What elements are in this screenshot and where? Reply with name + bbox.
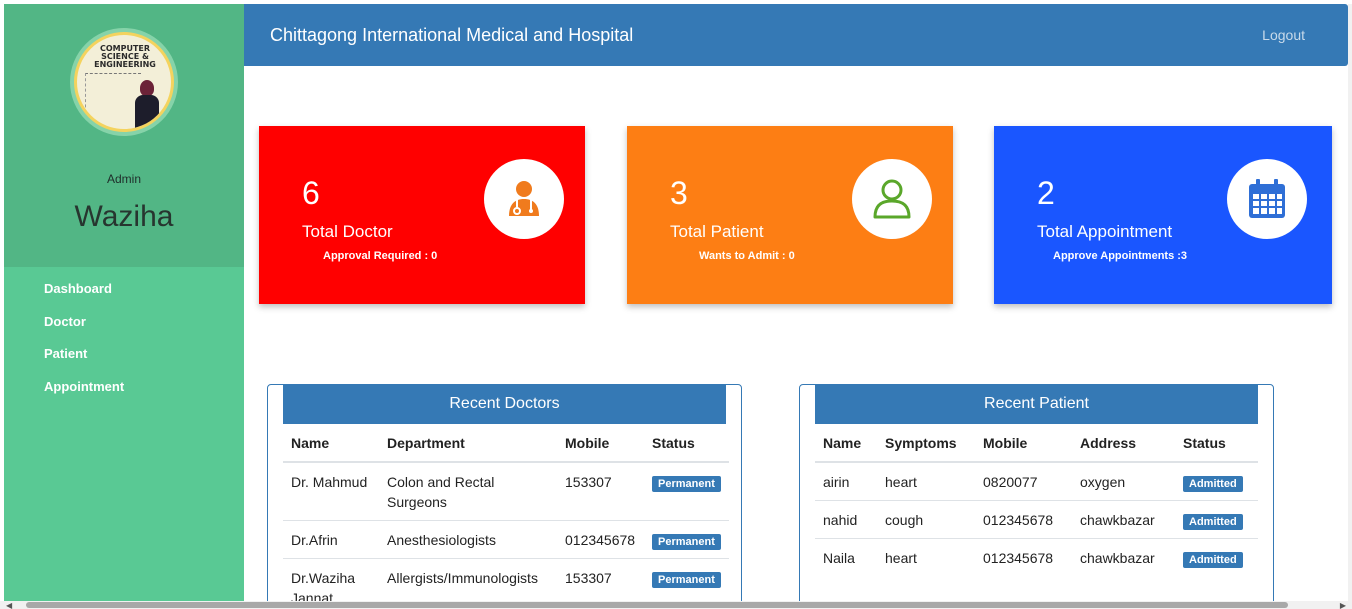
- column-header: Status: [1175, 424, 1258, 463]
- logout-link[interactable]: Logout: [1262, 27, 1305, 43]
- table-row: Naila heart 012345678 chawkbazar Admitte…: [815, 538, 1258, 576]
- patient-symptoms: heart: [877, 538, 975, 576]
- table-header-row: Name Symptoms Mobile Address Status: [815, 424, 1258, 463]
- column-header: Address: [1072, 424, 1175, 463]
- total-patient-card[interactable]: 3 Total Patient Wants to Admit : 0: [627, 126, 953, 304]
- status-cell: Permanent: [644, 520, 729, 559]
- table-row: Dr.Afrin Anesthesiologists 012345678 Per…: [283, 520, 729, 559]
- sidebar-item-doctor[interactable]: Doctor: [4, 312, 244, 345]
- recent-doctors-title: Recent Doctors: [283, 385, 726, 424]
- approval-required-text: Approval Required : 0: [323, 250, 438, 262]
- doctor-name: Dr.Afrin: [283, 520, 379, 559]
- table-header-row: Name Department Mobile Status: [283, 424, 729, 463]
- status-badge: Admitted: [1183, 552, 1243, 568]
- avatar-person-head: [140, 80, 154, 96]
- scroll-right-arrow-icon[interactable]: ▶: [1340, 601, 1346, 609]
- patient-mobile: 012345678: [975, 500, 1072, 539]
- column-header: Department: [379, 424, 557, 463]
- doctor-icon-circle: [484, 159, 564, 239]
- column-header: Symptoms: [877, 424, 975, 463]
- scroll-left-arrow-icon[interactable]: ◀: [6, 601, 12, 609]
- hospital-title: Chittagong International Medical and Hos…: [270, 25, 634, 45]
- horizontal-scrollbar-thumb[interactable]: [26, 602, 1288, 608]
- patient-address: chawkbazar: [1072, 500, 1175, 539]
- horizontal-scrollbar[interactable]: ◀ ▶: [0, 601, 1352, 609]
- status-cell: Admitted: [1175, 500, 1258, 539]
- status-badge: Permanent: [652, 534, 721, 550]
- total-doctor-count: 6: [302, 175, 320, 211]
- table-row: nahid cough 012345678 chawkbazar Admitte…: [815, 500, 1258, 539]
- patient-address: chawkbazar: [1072, 538, 1175, 576]
- recent-doctors-panel: Recent Doctors Name Department Mobile St…: [267, 384, 742, 609]
- approve-appointments-text: Approve Appointments :3: [1053, 250, 1188, 262]
- sidebar-item-patient[interactable]: Patient: [4, 344, 244, 377]
- total-patient-count: 3: [670, 175, 688, 211]
- doctor-name: Dr. Mahmud: [283, 461, 379, 521]
- table-row: airin heart 0820077 oxygen Admitted: [815, 461, 1258, 501]
- profile-section: COMPUTER SCIENCE & ENGINEERING Admin Waz…: [4, 4, 244, 267]
- total-appointment-card[interactable]: 2 Total Appointment Approve Appointments…: [994, 126, 1332, 304]
- total-appointment-count: 2: [1037, 175, 1055, 211]
- status-badge: Permanent: [652, 572, 721, 588]
- status-cell: Permanent: [644, 461, 729, 521]
- patient-symptoms: cough: [877, 500, 975, 539]
- total-appointment-label: Total Appointment: [1037, 222, 1173, 241]
- column-header: Name: [815, 424, 877, 463]
- total-doctor-label: Total Doctor: [302, 222, 393, 241]
- patient-mobile: 0820077: [975, 461, 1072, 501]
- doctor-icon: [509, 181, 539, 216]
- user-role: Admin: [106, 172, 141, 186]
- table-row: Dr. Mahmud Colon and Rectal Surgeons 153…: [283, 461, 729, 521]
- recent-patient-panel: Recent Patient Name Symptoms Mobile Addr…: [799, 384, 1274, 609]
- avatar-background-doodles: [85, 73, 141, 123]
- doctor-mobile: 153307: [557, 461, 644, 521]
- status-cell: Admitted: [1175, 461, 1258, 501]
- dashboard-page: COMPUTER SCIENCE & ENGINEERING Admin Waz…: [0, 0, 1352, 609]
- column-header: Mobile: [557, 424, 644, 463]
- sidebar: COMPUTER SCIENCE & ENGINEERING Admin Waz…: [4, 4, 244, 601]
- recent-doctors-table: Name Department Mobile Status Dr. Mahmud…: [283, 424, 729, 609]
- status-badge: Permanent: [652, 476, 721, 492]
- user-icon: [873, 179, 911, 219]
- patient-name: Naila: [815, 538, 877, 576]
- user-icon-circle: [852, 159, 932, 239]
- total-patient-label: Total Patient: [670, 222, 764, 241]
- avatar-person-body: [135, 95, 159, 129]
- status-badge: Admitted: [1183, 514, 1243, 530]
- sidebar-nav: Dashboard Doctor Patient Appointment: [4, 267, 244, 409]
- wants-to-admit-text: Wants to Admit : 0: [699, 250, 795, 262]
- doctor-department: Colon and Rectal Surgeons: [379, 461, 557, 521]
- recent-patient-table: Name Symptoms Mobile Address Status airi…: [815, 424, 1258, 576]
- avatar-ring: COMPUTER SCIENCE & ENGINEERING: [70, 28, 178, 136]
- column-header: Mobile: [975, 424, 1072, 463]
- user-name: Waziha: [74, 200, 174, 233]
- doctor-department: Anesthesiologists: [379, 520, 557, 559]
- column-header: Name: [283, 424, 379, 463]
- sidebar-item-dashboard[interactable]: Dashboard: [4, 279, 244, 312]
- patient-name: nahid: [815, 500, 877, 539]
- status-badge: Admitted: [1183, 476, 1243, 492]
- vertical-scrollbar[interactable]: [1348, 4, 1352, 604]
- avatar[interactable]: COMPUTER SCIENCE & ENGINEERING: [74, 32, 174, 132]
- column-header: Status: [644, 424, 729, 463]
- patient-name: airin: [815, 461, 877, 501]
- status-cell: Admitted: [1175, 538, 1258, 576]
- sidebar-item-appointment[interactable]: Appointment: [4, 377, 244, 410]
- patient-symptoms: heart: [877, 461, 975, 501]
- top-header: Chittagong International Medical and Hos…: [244, 4, 1348, 66]
- calendar-icon: [1249, 179, 1285, 218]
- patient-mobile: 012345678: [975, 538, 1072, 576]
- recent-patient-title: Recent Patient: [815, 385, 1258, 424]
- avatar-text: COMPUTER SCIENCE & ENGINEERING: [94, 44, 156, 69]
- total-doctor-card[interactable]: 6 Total Doctor Approval Required : 0: [259, 126, 585, 304]
- doctor-mobile: 012345678: [557, 520, 644, 559]
- calendar-icon-circle: [1227, 159, 1307, 239]
- patient-address: oxygen: [1072, 461, 1175, 501]
